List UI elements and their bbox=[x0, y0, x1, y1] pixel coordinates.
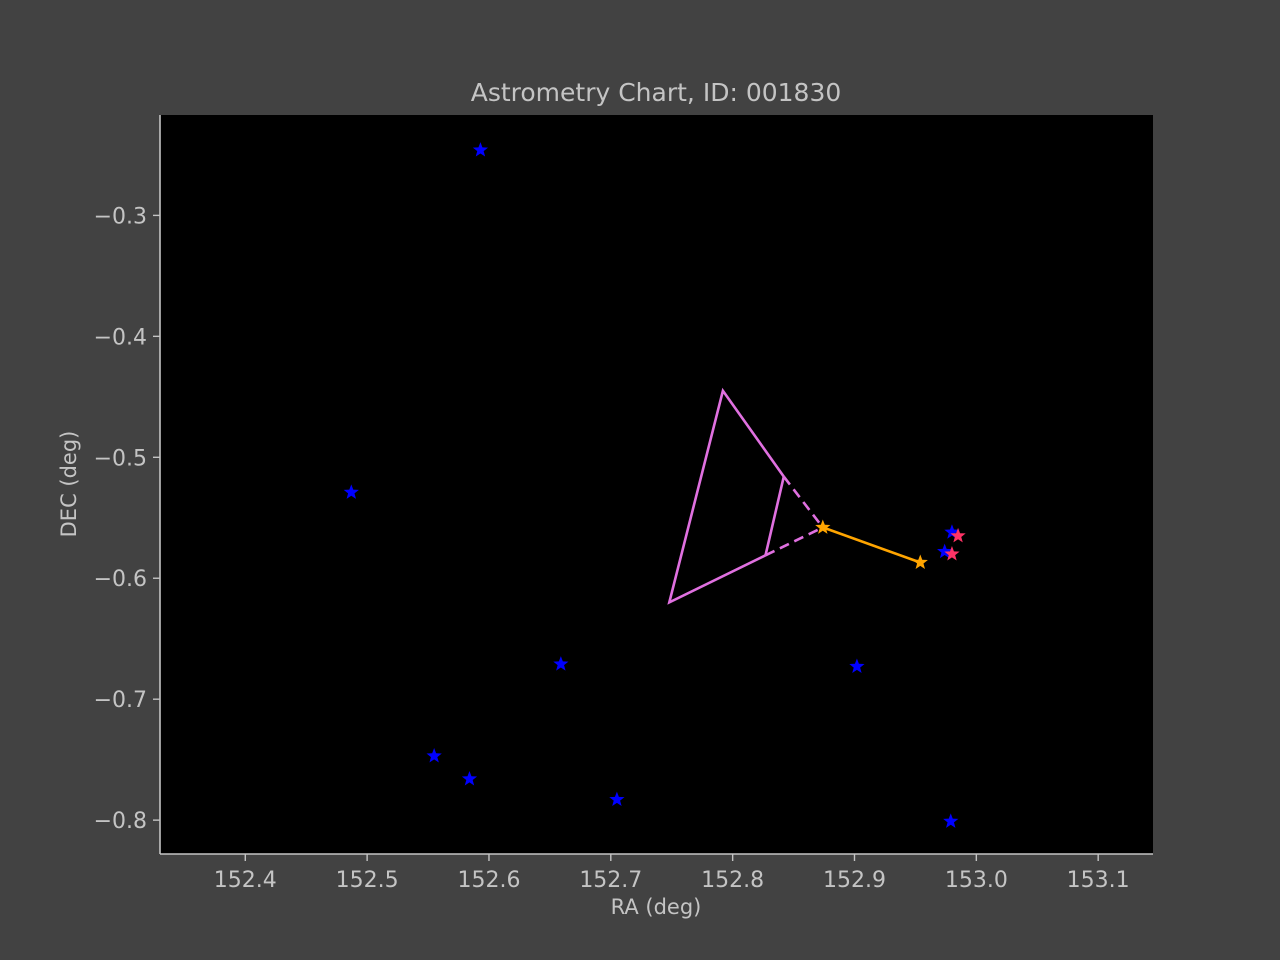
x-tick-label: 152.8 bbox=[701, 868, 764, 893]
x-tick-label: 153.0 bbox=[945, 868, 1008, 893]
y-tick-label: −0.4 bbox=[94, 325, 147, 350]
chart: Astrometry Chart, ID: 001830 RA (deg) DE… bbox=[0, 0, 1280, 960]
x-tick-label: 152.9 bbox=[823, 868, 886, 893]
y-tick-label: −0.6 bbox=[94, 567, 147, 592]
plot-area bbox=[160, 115, 1153, 854]
y-axis-label: DEC (deg) bbox=[57, 431, 81, 538]
x-tick-label: 153.1 bbox=[1067, 868, 1130, 893]
y-tick-label: −0.8 bbox=[94, 809, 147, 834]
y-tick-label: −0.7 bbox=[94, 688, 147, 713]
chart-title: Astrometry Chart, ID: 001830 bbox=[471, 78, 842, 107]
y-tick-label: −0.5 bbox=[94, 446, 147, 471]
x-axis-label: RA (deg) bbox=[611, 895, 702, 919]
y-tick-label: −0.3 bbox=[94, 204, 147, 229]
x-tick-label: 152.7 bbox=[579, 868, 642, 893]
x-tick-label: 152.5 bbox=[336, 868, 399, 893]
x-tick-label: 152.4 bbox=[214, 868, 277, 893]
x-tick-label: 152.6 bbox=[457, 868, 520, 893]
